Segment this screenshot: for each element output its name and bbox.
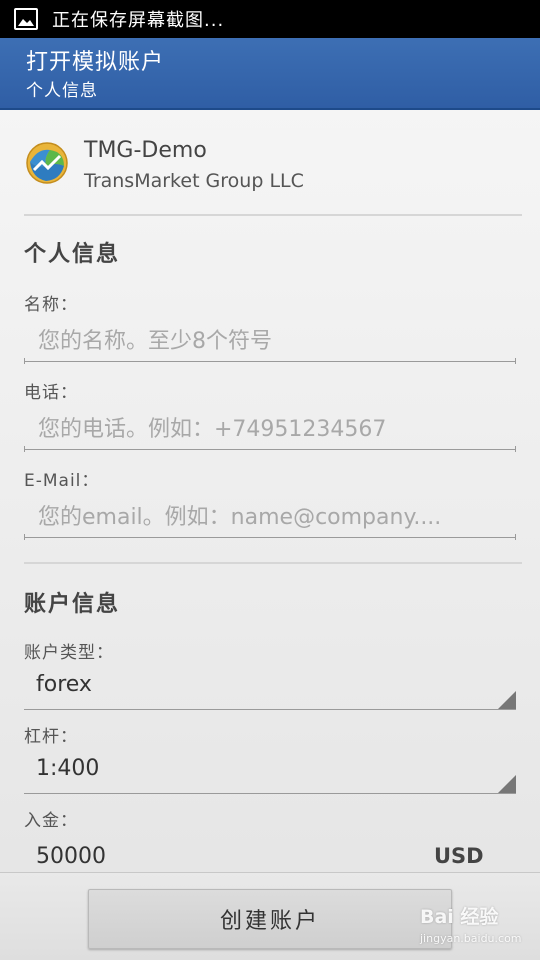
dropdown-corner-icon xyxy=(498,691,516,709)
personal-section-title: 个人信息 xyxy=(24,242,121,267)
name-field-wrap xyxy=(24,322,516,364)
deposit-currency: USD xyxy=(434,844,484,868)
email-input[interactable] xyxy=(24,498,516,538)
deposit-label: 入金： xyxy=(24,811,78,831)
watermark-brand: Bai 经验 xyxy=(420,906,499,928)
action-bar: 打开模拟账户 个人信息 xyxy=(0,38,540,110)
account-type-value: forex xyxy=(36,672,92,697)
phone-input[interactable] xyxy=(24,410,516,450)
metatrader-logo-icon xyxy=(26,142,68,184)
image-icon xyxy=(14,8,38,30)
page-subtitle: 个人信息 xyxy=(26,81,98,101)
phone-field-wrap xyxy=(24,410,516,452)
status-notification-text: 正在保存屏幕截图... xyxy=(52,10,225,31)
leverage-value: 1:400 xyxy=(36,756,100,781)
phone-label: 电话： xyxy=(24,383,78,403)
deposit-field[interactable]: 50000 USD xyxy=(24,836,516,876)
dropdown-corner-icon xyxy=(498,775,516,793)
divider xyxy=(24,214,522,216)
broker-header: TMG-Demo TransMarket Group LLC xyxy=(24,138,504,194)
account-section-title: 账户信息 xyxy=(24,592,121,617)
account-type-select[interactable]: forex xyxy=(24,668,516,710)
status-bar: 正在保存屏幕截图... xyxy=(0,0,540,38)
watermark-url: jingyan.baidu.com xyxy=(420,932,522,945)
page-title: 打开模拟账户 xyxy=(26,50,165,75)
name-label: 名称： xyxy=(24,295,78,315)
leverage-label: 杠杆： xyxy=(24,727,78,747)
email-label: E-Mail： xyxy=(24,471,100,491)
name-input[interactable] xyxy=(24,322,516,362)
deposit-value: 50000 xyxy=(36,844,106,869)
create-account-button[interactable]: 创建账户 xyxy=(88,889,452,949)
divider xyxy=(24,562,522,564)
email-field-wrap xyxy=(24,498,516,540)
account-type-label: 账户类型： xyxy=(24,643,114,663)
leverage-select[interactable]: 1:400 xyxy=(24,752,516,794)
broker-server-name: TMG-Demo xyxy=(84,138,207,163)
broker-company-name: TransMarket Group LLC xyxy=(84,170,304,192)
watermark: Bai 经验 jingyan.baidu.com xyxy=(420,900,530,952)
